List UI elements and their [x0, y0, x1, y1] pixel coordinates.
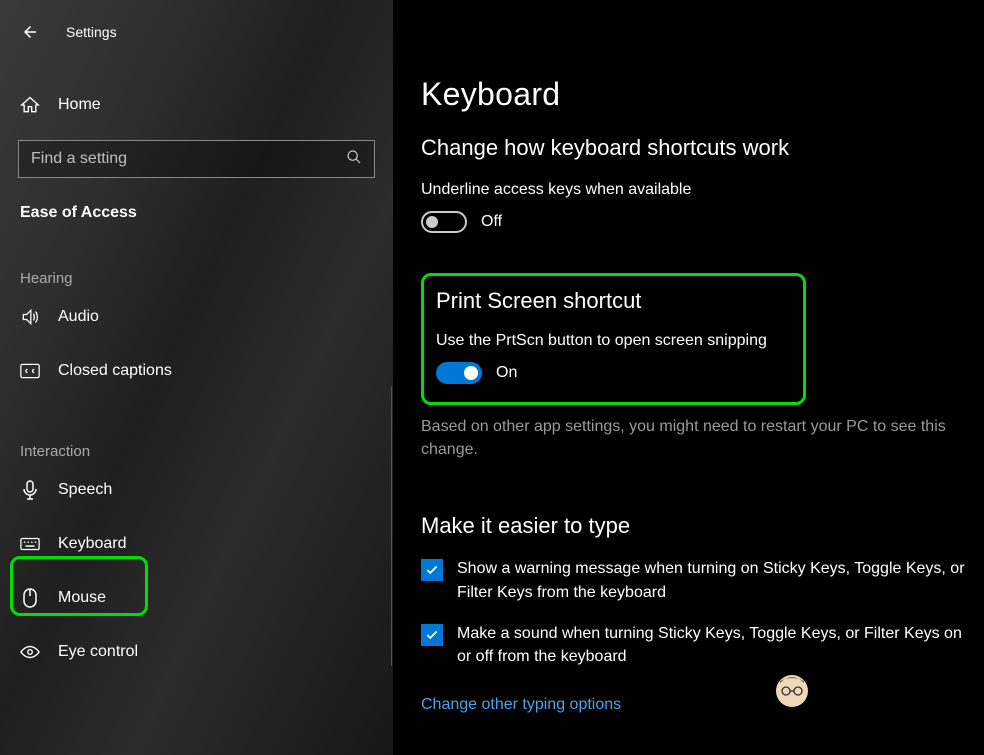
underline-access-keys-toggle[interactable] — [421, 211, 467, 233]
toggle-state-on: On — [496, 364, 517, 382]
nav-label: Eye control — [58, 643, 138, 661]
make-sound-label: Make a sound when turning Sticky Keys, T… — [457, 622, 966, 668]
nav-item-speech[interactable]: Speech — [0, 466, 393, 514]
nav-label: Mouse — [58, 589, 106, 607]
nav-label: Closed captions — [58, 362, 172, 380]
eye-icon — [20, 642, 40, 662]
back-button[interactable] — [20, 22, 40, 42]
shortcuts-heading: Change how keyboard shortcuts work — [421, 135, 968, 161]
scrollbar-edge — [391, 386, 392, 666]
nav-item-closed-captions[interactable]: Closed captions — [0, 347, 393, 395]
home-icon — [20, 95, 40, 115]
sidebar: Settings Home Ease of Access Hearing Aud… — [0, 0, 393, 755]
nav-item-audio[interactable]: Audio — [0, 293, 393, 341]
page-title: Keyboard — [421, 76, 968, 113]
print-screen-toggle[interactable] — [436, 362, 482, 384]
category-interaction: Interaction — [0, 443, 393, 460]
main-content: Keyboard Change how keyboard shortcuts w… — [393, 0, 984, 755]
print-screen-heading: Print Screen shortcut — [436, 288, 791, 314]
nav-label: Speech — [58, 481, 112, 499]
category-hearing: Hearing — [0, 270, 393, 287]
nav-label: Audio — [58, 308, 99, 326]
make-sound-checkbox[interactable] — [421, 624, 443, 646]
nav-item-mouse[interactable]: Mouse — [0, 574, 393, 622]
keyboard-icon — [20, 534, 40, 554]
toggle-state-off: Off — [481, 213, 502, 231]
closed-captions-icon — [20, 361, 40, 381]
avatar-watermark — [770, 669, 814, 713]
print-screen-highlight-annotation: Print Screen shortcut Use the PrtScn but… — [421, 273, 806, 405]
window-title: Settings — [66, 24, 117, 40]
nav-item-eye-control[interactable]: Eye control — [0, 628, 393, 676]
mouse-icon — [20, 588, 40, 608]
change-typing-options-link[interactable]: Change other typing options — [421, 696, 621, 714]
search-box[interactable] — [18, 140, 375, 178]
search-input[interactable] — [31, 150, 311, 168]
warning-message-label: Show a warning message when turning on S… — [457, 557, 966, 603]
warning-message-checkbox[interactable] — [421, 559, 443, 581]
easier-to-type-heading: Make it easier to type — [421, 513, 968, 539]
microphone-icon — [20, 480, 40, 500]
restart-hint: Based on other app settings, you might n… — [421, 415, 961, 461]
search-icon — [346, 149, 362, 170]
home-label: Home — [58, 96, 101, 114]
nav-item-keyboard[interactable]: Keyboard — [0, 520, 393, 568]
nav-label: Keyboard — [58, 535, 127, 553]
home-button[interactable]: Home — [0, 86, 393, 124]
print-screen-desc: Use the PrtScn button to open screen sni… — [436, 332, 791, 350]
underline-access-keys-label: Underline access keys when available — [421, 181, 968, 199]
audio-icon — [20, 307, 40, 327]
section-ease-of-access: Ease of Access — [0, 204, 393, 222]
